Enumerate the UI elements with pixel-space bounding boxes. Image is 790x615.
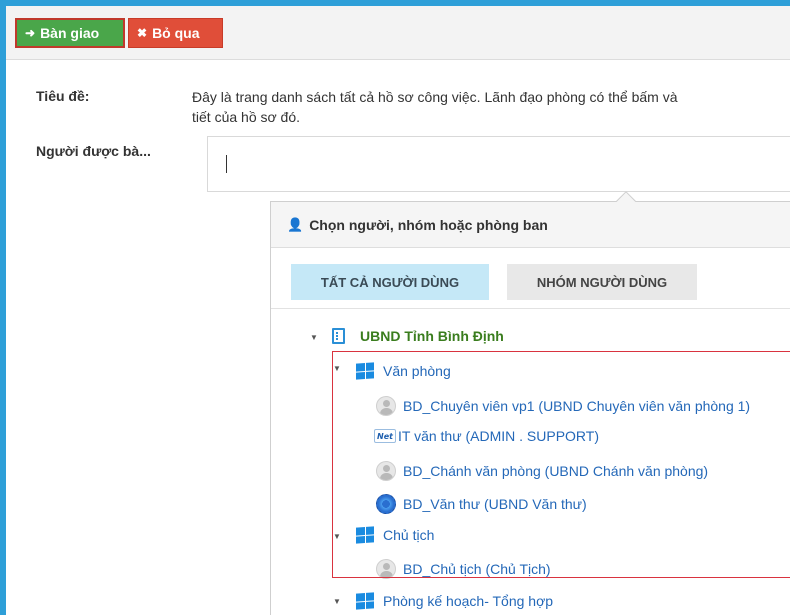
expand-triangle-icon[interactable]: ▼ xyxy=(310,333,318,342)
tree-group-phong-ke-hoach[interactable]: Phòng kế hoạch- Tổng hợp xyxy=(356,592,554,610)
handover-button[interactable]: ➜ Bàn giao xyxy=(15,18,125,48)
tree-root-label: UBND Tỉnh Bình Định xyxy=(360,328,504,344)
close-icon: ✖ xyxy=(137,26,148,40)
window-frame-left xyxy=(0,0,6,615)
windows-icon xyxy=(356,592,374,610)
building-icon xyxy=(332,328,345,344)
toolbar: ➜ Bàn giao ✖ Bỏ qua xyxy=(6,6,790,60)
handover-button-label: Bàn giao xyxy=(40,25,100,41)
text-cursor xyxy=(226,155,227,173)
recipient-input[interactable] xyxy=(207,136,790,192)
selection-highlight-box xyxy=(332,351,790,578)
user-icon: 👤 xyxy=(287,216,304,232)
tab-all-users[interactable]: TẤT CẢ NGƯỜI DÙNG xyxy=(291,264,489,300)
tree-root-ubnd[interactable]: UBND Tỉnh Bình Định xyxy=(332,328,504,344)
sign-in-icon: ➜ xyxy=(25,26,36,40)
tabs-divider xyxy=(271,308,790,309)
picker-header-title: Chọn người, nhóm hoặc phòng ban xyxy=(309,216,548,233)
picker-header: 👤 Chọn người, nhóm hoặc phòng ban xyxy=(271,202,790,248)
recipient-label: Người được bà... xyxy=(36,143,151,159)
title-text-line-1: Đây là trang danh sách tất cả hồ sơ công… xyxy=(192,89,678,105)
title-label: Tiêu đề: xyxy=(36,88,90,104)
title-text: Đây là trang danh sách tất cả hồ sơ công… xyxy=(192,87,790,127)
tree-group-label: Phòng kế hoạch- Tổng hợp xyxy=(383,593,554,609)
skip-button[interactable]: ✖ Bỏ qua xyxy=(128,18,223,48)
title-text-line-2: tiết của hồ sơ đó. xyxy=(192,109,301,125)
tab-user-groups[interactable]: NHÓM NGƯỜI DÙNG xyxy=(507,264,697,300)
skip-button-label: Bỏ qua xyxy=(152,25,200,41)
expand-triangle-icon[interactable]: ▼ xyxy=(333,597,341,606)
